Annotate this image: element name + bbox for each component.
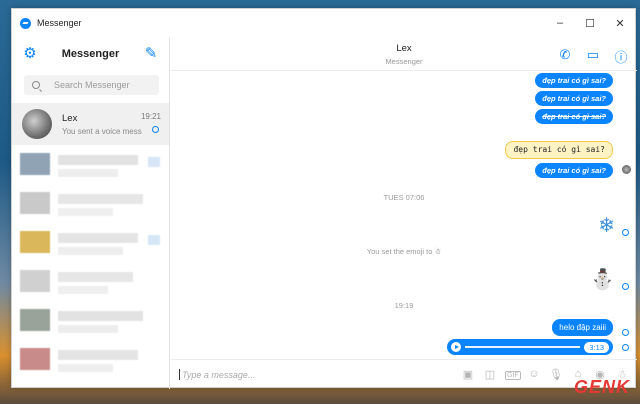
conversation-name: Lex <box>62 112 78 124</box>
message-bubble-highlighted[interactable]: đẹp trai có gì sai? <box>505 141 613 159</box>
search-input[interactable]: Search Messenger <box>24 75 159 95</box>
video-call-icon[interactable]: ▭ <box>585 47 601 66</box>
conversation-item-blurred[interactable] <box>12 184 169 223</box>
seen-avatar-icon <box>622 165 631 174</box>
chat-header: Lex Messenger ✆ ▭ ⓘ <box>171 37 637 71</box>
message-composer[interactable]: Type a message... ▣ ◫ GIF ☺ 🎙 ⌂ ◉ ☃ <box>171 359 637 389</box>
emoji-icon[interactable]: ☺ <box>527 368 541 381</box>
message-bubble[interactable]: đẹp trai có gì sai? <box>535 91 613 106</box>
compose-icon[interactable]: ✎ <box>143 46 159 62</box>
sent-status-icon <box>152 126 159 133</box>
message-bubble[interactable]: đẹp trai có gì sai? <box>535 163 613 178</box>
sidebar-header: ⚙ Messenger ✎ <box>12 37 169 71</box>
time-separator: TUES 07:06 <box>383 193 425 202</box>
image-icon[interactable]: ▣ <box>461 368 475 381</box>
sent-status-icon <box>622 283 629 290</box>
play-icon[interactable] <box>451 342 461 352</box>
sent-status-icon <box>622 229 629 236</box>
gear-icon[interactable]: ⚙ <box>22 46 38 62</box>
phone-call-icon[interactable]: ✆ <box>557 47 573 66</box>
message-bubble[interactable]: đẹp trai có gì sai? <box>535 73 613 88</box>
message-input[interactable]: Type a message... <box>182 370 461 380</box>
watermark-logo: GENK <box>573 377 630 397</box>
title-bar: Messenger – ☐ ✕ <box>12 9 635 37</box>
voice-message[interactable]: 3:13 <box>447 339 613 355</box>
voice-progress-track[interactable] <box>465 346 581 348</box>
sidebar: ⚙ Messenger ✎ Search Messenger Lex You s… <box>12 37 170 389</box>
maximize-button[interactable]: ☐ <box>575 9 605 37</box>
info-icon[interactable]: ⓘ <box>613 47 629 66</box>
microphone-icon[interactable]: 🎙 <box>549 368 563 381</box>
conversation-item-blurred[interactable] <box>12 223 169 262</box>
sticker-icon[interactable]: ◫ <box>483 368 497 381</box>
window-title: Messenger <box>37 18 82 28</box>
conversation-item-blurred[interactable] <box>12 301 169 340</box>
search-placeholder: Search Messenger <box>54 80 130 90</box>
time-separator: 19:19 <box>394 301 414 310</box>
snowman-emoji: ⛄ <box>590 269 615 291</box>
window-controls: – ☐ ✕ <box>545 9 635 37</box>
chat-panel: Lex Messenger ✆ ▭ ⓘ đẹp trai có gì sai? … <box>171 37 637 389</box>
avatar <box>22 109 52 139</box>
message-bubble[interactable]: helo đập zaiii <box>552 319 613 336</box>
messenger-window: Messenger – ☐ ✕ ⚙ Messenger ✎ Search Mes… <box>11 8 637 389</box>
system-message: You set the emoji to ☃ <box>171 247 637 256</box>
snowflake-emoji: ❄ <box>598 215 615 237</box>
conversation-item-lex[interactable]: Lex You sent a voice mess... 19:21 <box>12 103 169 145</box>
sidebar-title: Messenger <box>61 48 120 60</box>
message-bubble[interactable]: đẹp trai có gì sai? <box>535 109 613 124</box>
system-message-text: You set the emoji to <box>366 247 433 256</box>
conversation-item-blurred[interactable] <box>12 262 169 301</box>
conversation-time: 19:21 <box>140 112 161 121</box>
search-icon <box>32 81 40 89</box>
minimize-button[interactable]: – <box>545 9 575 37</box>
close-button[interactable]: ✕ <box>605 9 635 37</box>
text-cursor <box>179 369 180 380</box>
gif-icon[interactable]: GIF <box>505 368 521 381</box>
messenger-logo-icon <box>20 17 31 29</box>
voice-duration: 3:13 <box>584 341 609 353</box>
conversation-preview: You sent a voice mess... <box>62 126 142 136</box>
sent-status-icon <box>622 329 629 336</box>
conversation-item-blurred[interactable] <box>12 145 169 184</box>
conversation-item-blurred[interactable] <box>12 340 169 379</box>
snowman-emoji-small: ☃ <box>434 247 442 256</box>
sent-status-icon <box>622 344 629 351</box>
